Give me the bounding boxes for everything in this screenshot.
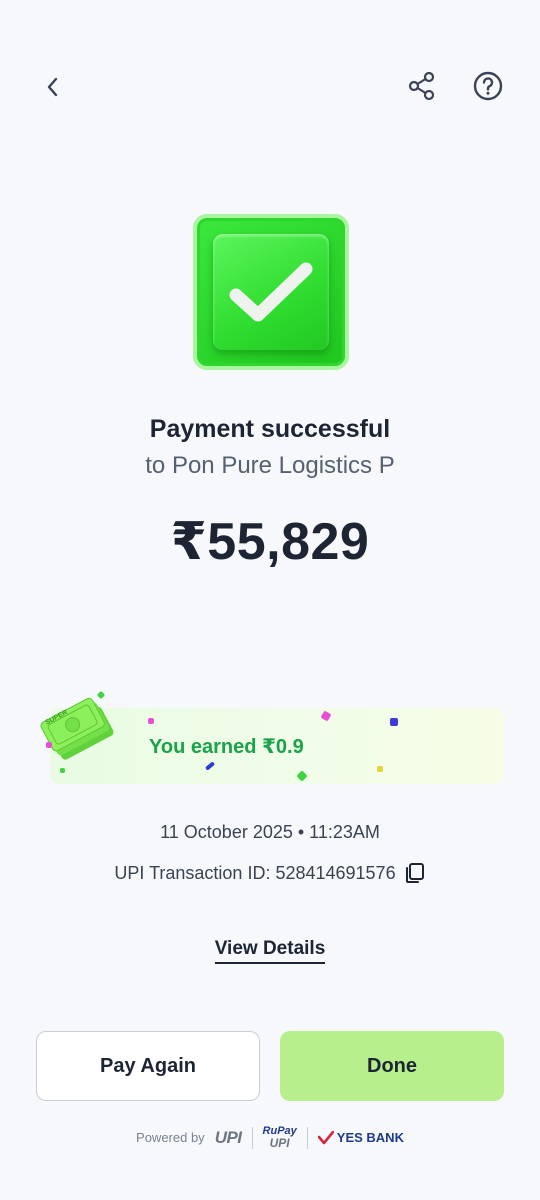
copy-button[interactable] xyxy=(404,862,426,884)
copy-icon xyxy=(405,863,424,883)
payment-amount: ₹55,829 xyxy=(170,513,370,571)
help-circle-icon xyxy=(473,71,503,101)
divider xyxy=(251,1126,253,1149)
confetti-piece xyxy=(204,761,216,771)
confetti-piece xyxy=(377,766,383,772)
check-icon xyxy=(229,262,313,322)
view-details-link[interactable]: View Details xyxy=(214,938,326,964)
yes-bank-logo: YES BANK xyxy=(317,1130,404,1145)
done-button[interactable]: Done xyxy=(280,1031,504,1101)
confetti-piece xyxy=(60,768,65,773)
share-icon xyxy=(408,71,435,101)
yes-bank-check-icon xyxy=(317,1130,334,1144)
chevron-left-icon xyxy=(47,77,58,97)
top-bar xyxy=(0,60,540,110)
help-button[interactable] xyxy=(470,68,506,104)
cash-stack-icon: SUPER xyxy=(38,682,128,773)
divider xyxy=(306,1126,308,1149)
reward-text: You earned ₹0.9 xyxy=(149,736,304,758)
confetti-piece xyxy=(296,770,308,782)
confetti-piece xyxy=(390,718,398,726)
back-button[interactable] xyxy=(36,70,70,104)
rupay-upi-logo: RuPay UPI xyxy=(263,1126,297,1150)
share-button[interactable] xyxy=(404,68,440,104)
confetti-piece xyxy=(46,742,52,748)
rupay-upi-text: UPI xyxy=(269,1136,290,1150)
upi-transaction-id: UPI Transaction ID: 528414691576 xyxy=(114,862,396,883)
upi-transaction-row: UPI Transaction ID: 528414691576 xyxy=(0,862,540,884)
pay-again-button[interactable]: Pay Again xyxy=(36,1031,260,1101)
success-badge xyxy=(193,214,349,370)
transaction-datetime: 11 October 2025 • 11:23AM xyxy=(160,822,380,842)
view-details-wrap: View Details xyxy=(0,938,540,964)
powered-by-text: Powered by xyxy=(136,1130,205,1145)
confetti-piece xyxy=(148,718,154,724)
yes-bank-text: YES BANK xyxy=(336,1130,404,1145)
upi-logo: UPI xyxy=(214,1127,242,1147)
confetti-piece xyxy=(320,710,332,722)
footer-branding: Powered by UPI RuPay UPI YES BANK xyxy=(0,1126,540,1150)
payment-status-title: Payment successful xyxy=(149,415,391,443)
payee-name: to Pon Pure Logistics P xyxy=(145,452,395,479)
